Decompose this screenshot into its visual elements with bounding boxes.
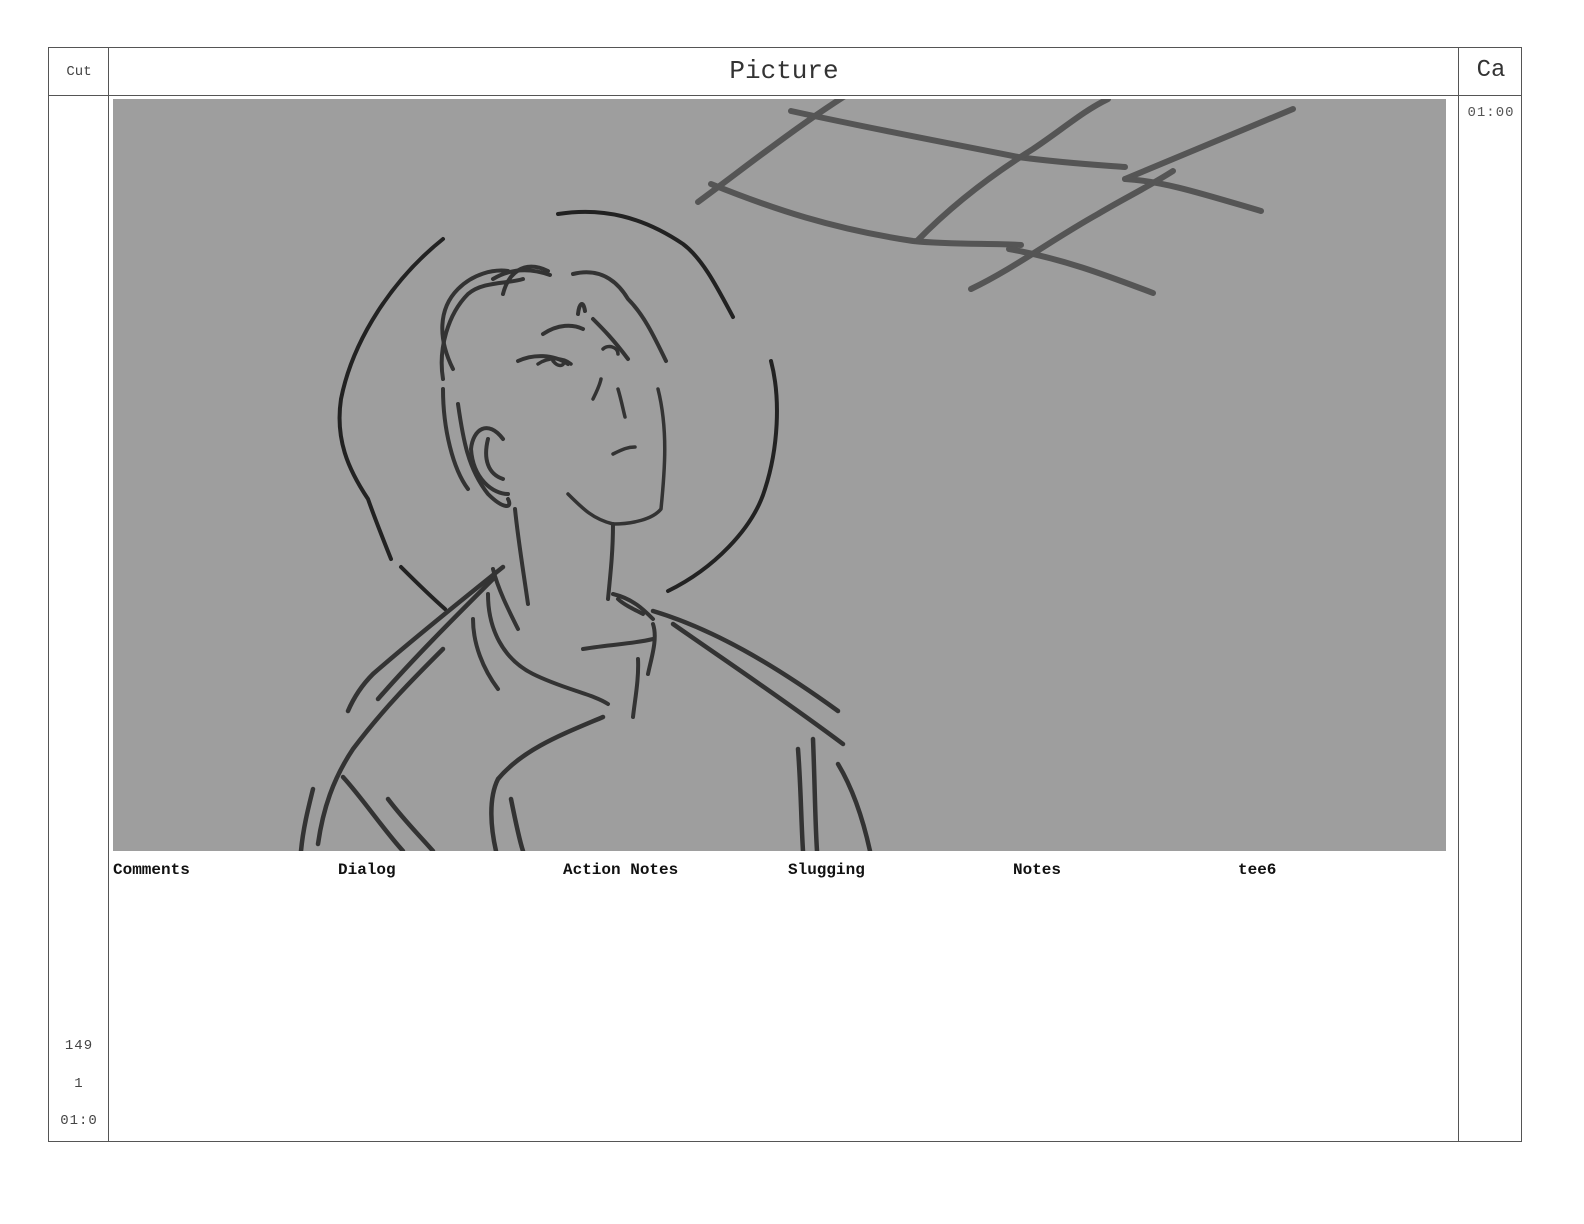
header-divider	[49, 95, 1521, 96]
picture-panel[interactable]	[113, 99, 1446, 851]
notes-row: Comments Dialog Action Notes Slugging No…	[113, 861, 1453, 883]
camera-header: Ca	[1476, 57, 1506, 84]
panel-duration: 01:0	[60, 1113, 98, 1129]
slugging-label: Slugging	[788, 861, 865, 879]
notes-label: Notes	[1013, 861, 1062, 879]
cut-header: Cut	[66, 64, 92, 80]
dialog-label: Dialog	[338, 861, 396, 879]
comments-label: Comments	[113, 861, 190, 879]
camera-time: 01:00	[1467, 105, 1515, 121]
camera-column-divider	[1458, 48, 1459, 1141]
panel-number: 1	[74, 1076, 84, 1092]
picture-header: Picture	[729, 56, 839, 86]
cut-column-divider	[108, 48, 109, 1141]
storyboard-sketch-icon	[298, 99, 1296, 851]
action-notes-label: Action Notes	[563, 861, 679, 879]
scene-number: 149	[64, 1038, 94, 1054]
custom-field-label: tee6	[1238, 861, 1277, 879]
